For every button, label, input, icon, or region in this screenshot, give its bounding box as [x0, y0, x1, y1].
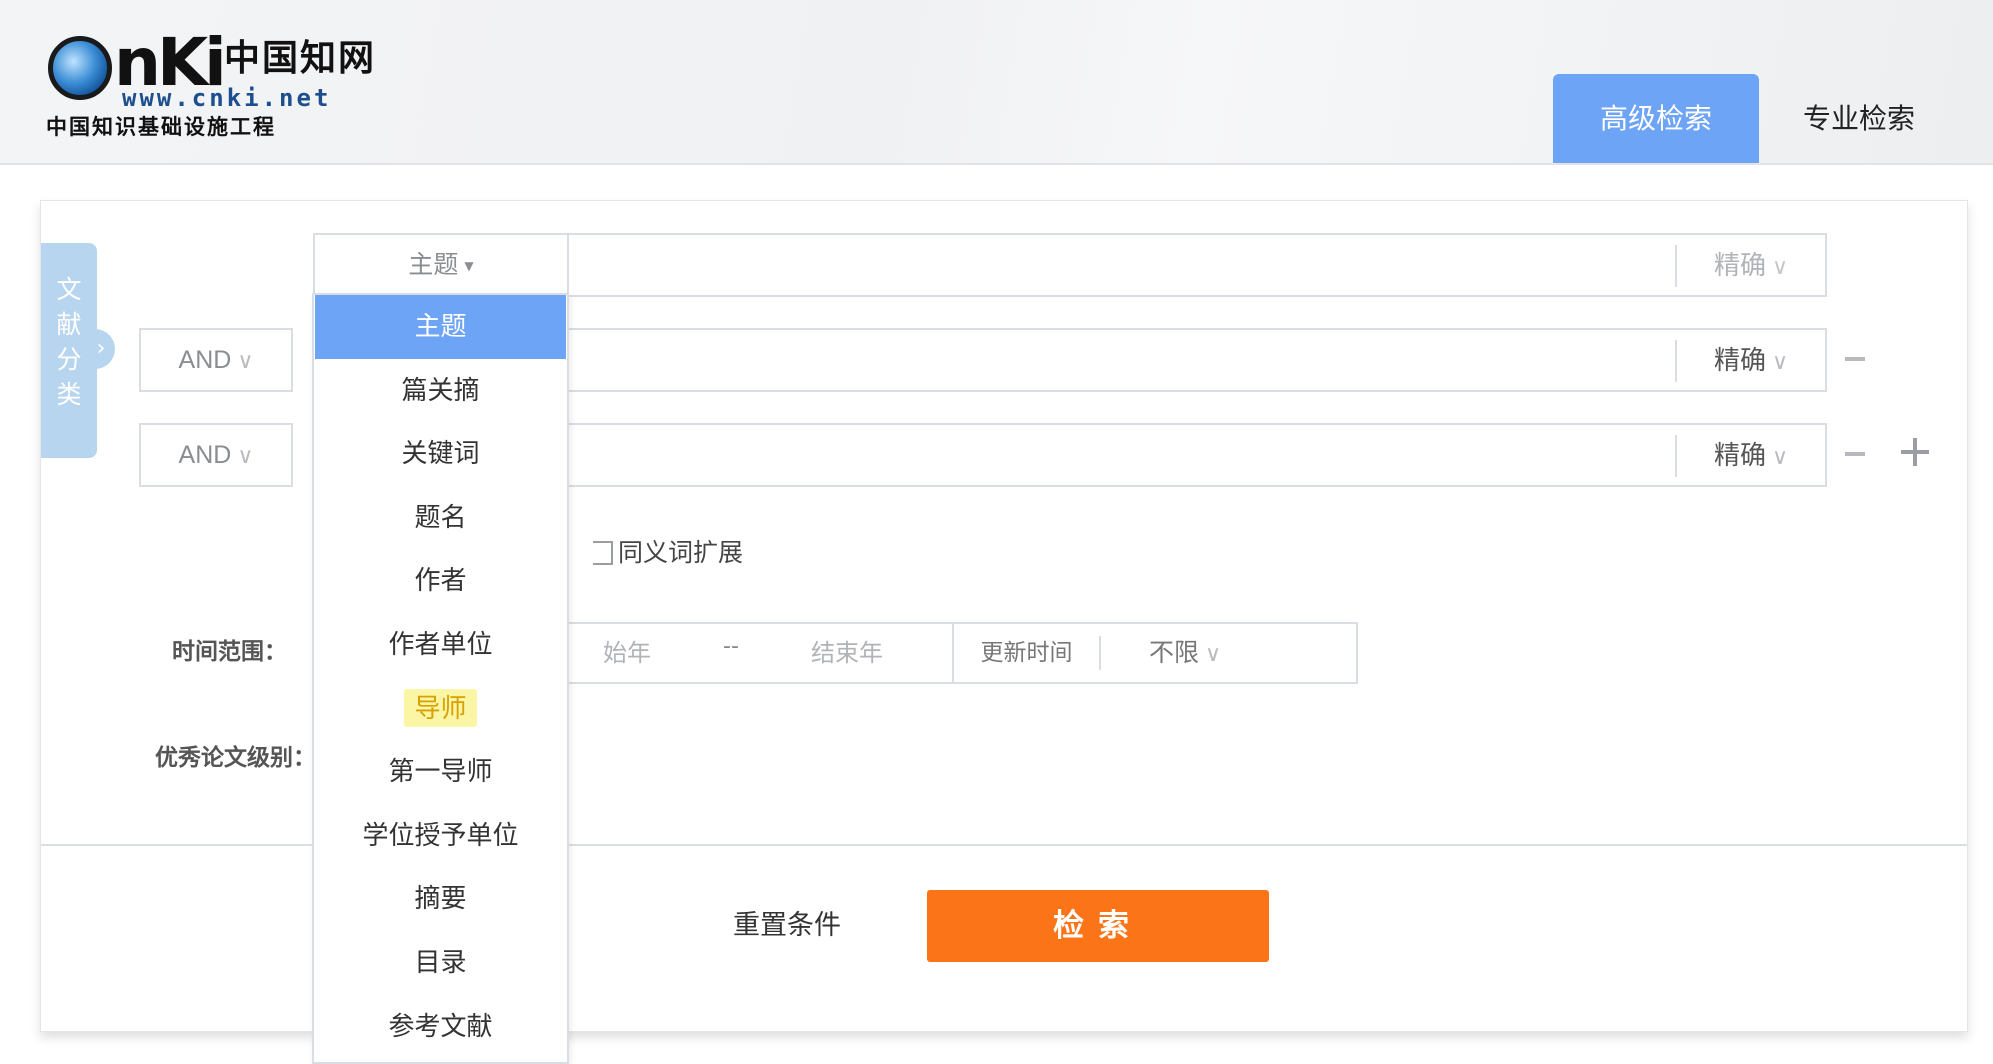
chevron-down-icon: ∨ — [1205, 642, 1222, 667]
side-tab-char: 文 — [56, 276, 82, 304]
search-row-1: 主题 ▼ 精确 ∨ — [313, 233, 1827, 297]
dropdown-item-title-keyword-abstract[interactable]: 篇关摘 — [314, 359, 567, 423]
synonym-label: 同义词扩展 — [618, 538, 744, 567]
dropdown-item-degree-institution[interactable]: 学位授予单位 — [314, 804, 567, 868]
field-select-label: 主题 — [408, 250, 459, 279]
logic-select-3[interactable]: AND ∨ — [139, 423, 293, 487]
site-header: nKi 中国知网 www.cnki.net 中国知识基础设施工程 高级检索 专业… — [0, 0, 1993, 165]
divider — [1099, 636, 1101, 670]
reset-button[interactable]: 重置条件 — [733, 909, 841, 943]
field-dropdown-menu: 主题 篇关摘 关键词 题名 作者 作者单位 导师 第一导师 学位授予单位 摘要 … — [312, 293, 569, 1064]
highlighted-item-label: 导师 — [404, 688, 477, 727]
dropdown-item-first-advisor[interactable]: 第一导师 — [314, 740, 567, 804]
chevron-down-icon: ∨ — [237, 443, 254, 468]
match-mode-label: 精确 — [1713, 346, 1766, 376]
remove-row-icon[interactable] — [1845, 452, 1865, 456]
logo-brand-cn: 中国知网 — [224, 37, 377, 79]
dropdown-item-affiliation[interactable]: 作者单位 — [314, 613, 567, 677]
update-time-label: 更新时间 — [980, 640, 1073, 666]
dropdown-item-references[interactable]: 参考文献 — [314, 995, 567, 1059]
globe-icon — [48, 36, 112, 100]
logic-select-2[interactable]: AND ∨ — [139, 328, 293, 392]
match-mode-select-3[interactable]: 精确 ∨ — [1675, 435, 1825, 477]
expand-arrow-icon[interactable]: › — [87, 329, 115, 369]
match-mode-select-2[interactable]: 精确 ∨ — [1675, 340, 1825, 382]
tab-professional-search[interactable]: 专业检索 — [1756, 74, 1962, 163]
update-time-value: 不限 ∨ — [1149, 624, 1221, 684]
chevron-down-icon: ∨ — [1771, 350, 1789, 375]
award-level-label: 优秀论文级别： — [155, 745, 316, 771]
dropdown-item-contents[interactable]: 目录 — [314, 931, 567, 995]
add-row-icon[interactable] — [1901, 438, 1929, 466]
logic-label: AND — [178, 346, 232, 374]
tab-advanced-search[interactable]: 高级检索 — [1553, 74, 1759, 163]
match-mode-label: 精确 — [1713, 441, 1766, 471]
synonym-checkbox[interactable] — [593, 541, 613, 565]
logo-url: www.cnki.net — [122, 84, 332, 112]
chevron-down-icon: ∨ — [1771, 255, 1789, 280]
caret-down-icon: ▼ — [464, 259, 474, 273]
update-time-select[interactable]: 更新时间 不限 ∨ — [952, 622, 1358, 684]
dropdown-item-title[interactable]: 题名 — [314, 486, 567, 550]
logo-tagline: 中国知识基础设施工程 — [46, 114, 276, 139]
start-year-input[interactable]: 始年 — [603, 624, 651, 682]
dropdown-item-abstract[interactable]: 摘要 — [314, 867, 567, 931]
cnki-logo[interactable]: nKi 中国知网 www.cnki.net 中国知识基础设施工程 — [46, 26, 377, 144]
date-separator: -- — [723, 634, 739, 659]
dropdown-item-author[interactable]: 作者 — [314, 549, 567, 613]
chevron-down-icon: ∨ — [1771, 445, 1789, 470]
end-year-input[interactable]: 结束年 — [811, 624, 883, 682]
side-tab-char: 类 — [56, 381, 82, 409]
logic-label: AND — [178, 441, 232, 469]
match-mode-label: 精确 — [1713, 251, 1766, 281]
update-time-value-text: 不限 — [1149, 638, 1200, 667]
search-button[interactable]: 检索 — [927, 890, 1269, 962]
dropdown-item-keyword[interactable]: 关键词 — [314, 422, 567, 486]
match-mode-select-1[interactable]: 精确 ∨ — [1675, 245, 1825, 287]
time-range-label: 时间范围： — [172, 639, 287, 665]
dropdown-item-advisor[interactable]: 导师 — [314, 677, 567, 741]
chevron-down-icon: ∨ — [237, 348, 254, 373]
remove-row-icon[interactable] — [1845, 357, 1865, 361]
dropdown-item-subject[interactable]: 主题 — [315, 295, 566, 359]
field-select-1[interactable]: 主题 ▼ — [315, 235, 569, 295]
